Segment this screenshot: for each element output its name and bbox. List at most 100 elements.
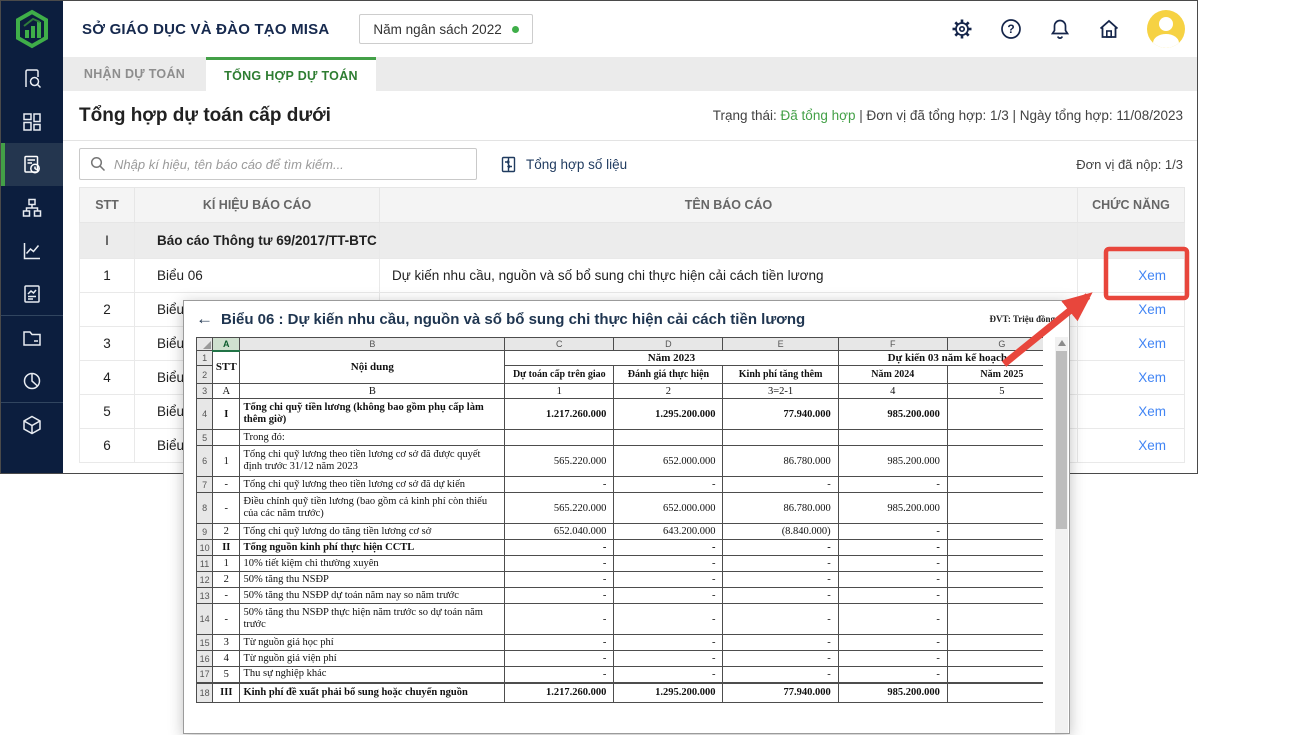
home-icon[interactable]	[1098, 18, 1120, 40]
sidebar-item-dashboard[interactable]	[1, 100, 63, 143]
sheet-row-number: 12	[196, 571, 214, 588]
sheet-name-cell: Tổng chi quỹ lương theo tiền lương cơ sở…	[239, 476, 506, 493]
submitted-units-label: Đơn vị đã nộp: 1/3	[1076, 156, 1183, 172]
summarize-ledger-icon	[501, 156, 516, 172]
index-cell: 2	[613, 383, 724, 399]
popup-scrollbar[interactable]	[1055, 337, 1068, 733]
sheet-value-cell: -	[946, 476, 1043, 493]
row-index: 5	[79, 394, 135, 429]
view-link[interactable]: Xem	[1138, 302, 1166, 317]
search-box[interactable]	[79, 148, 477, 180]
sheet-value-cell: 1.295.200.000	[613, 398, 724, 430]
sheet-value-cell: -	[837, 603, 948, 635]
view-link[interactable]: Xem	[1138, 370, 1166, 385]
section-index: I	[79, 222, 135, 259]
sheet-value-cell: -	[504, 476, 615, 493]
popup-title: Biểu 06 : Dự kiến nhu cầu, nguồn và số b…	[221, 310, 806, 328]
column-letter-C[interactable]: C	[504, 337, 615, 351]
sheet-value-cell: -	[837, 650, 948, 667]
sheet-value-cell: -	[722, 476, 839, 493]
tab-nhan-du-toan[interactable]: NHẬN DỰ TOÁN	[63, 57, 206, 91]
app-logo[interactable]	[1, 1, 63, 57]
index-cell: A	[212, 383, 241, 399]
sheet-stt-cell: I	[212, 398, 241, 430]
section-empty	[1077, 222, 1185, 259]
sheet-row: 12250% tăng thu NSĐP-----	[196, 571, 1043, 588]
sheet-value-cell: -	[946, 571, 1043, 588]
sidebar-item-clipboard-report[interactable]	[1, 272, 63, 315]
sheet-value-cell: -	[837, 571, 948, 588]
settings-gear-icon[interactable]	[951, 18, 973, 40]
sheet-value-cell: -	[504, 555, 615, 572]
action-cell: Xem	[1077, 360, 1185, 395]
sheet-name-cell: 50% tăng thu NSĐP thực hiện năm trước so…	[239, 603, 506, 635]
scrollbar-thumb[interactable]	[1056, 351, 1067, 529]
sidebar-item-line-chart[interactable]	[1, 229, 63, 272]
sheet-value-cell: -	[946, 398, 1043, 430]
notifications-bell-icon[interactable]	[1049, 18, 1071, 40]
sidebar-item-cube[interactable]	[1, 403, 63, 446]
sheet-stt-cell: -	[212, 603, 241, 635]
sheet-stt-cell: 5	[212, 666, 241, 683]
sheet-value-cell: -	[722, 666, 839, 683]
line-chart-icon	[23, 242, 40, 259]
back-arrow-icon[interactable]: ←	[196, 309, 213, 329]
header-stt[interactable]: STT	[212, 350, 241, 384]
index-cell: 1	[504, 383, 615, 399]
help-icon[interactable]: ?	[1000, 18, 1022, 40]
sheet-name-cell: 10% tiết kiệm chi thường xuyên	[239, 555, 506, 572]
action-cell: Xem	[1077, 292, 1185, 327]
column-letter-B[interactable]: B	[239, 337, 506, 351]
sheet-row: 7- Tổng chi quỹ lương theo tiền lương cơ …	[196, 476, 1043, 493]
budget-year-selector[interactable]: Năm ngân sách 2022	[359, 14, 533, 44]
header-danh-gia: Đánh giá thực hiện	[613, 365, 724, 384]
view-link[interactable]: Xem	[1138, 404, 1166, 419]
sheet-value-cell: -	[504, 603, 615, 635]
column-letters-row: ABCDEFG	[196, 337, 1043, 352]
sheet-name-cell: 50% tăng thu NSĐP dự toán năm nay so năm…	[239, 587, 506, 604]
column-letter-G[interactable]: G	[946, 337, 1043, 351]
sheet-row-number: 8	[196, 492, 214, 524]
summarize-data-button[interactable]: Tổng hợp số liệu	[499, 155, 627, 174]
sidebar-item-folder[interactable]	[1, 316, 63, 359]
sheet-row-number: 14	[196, 603, 214, 635]
sheet-value-cell: -	[722, 634, 839, 651]
column-letter-F[interactable]: F	[837, 337, 948, 351]
view-link[interactable]: Xem	[1138, 438, 1166, 453]
action-cell: Xem	[1077, 428, 1185, 463]
row-index: 3	[79, 326, 135, 361]
sheet-value-cell: 652.000.000	[613, 445, 724, 477]
sheet-value-cell: -	[722, 555, 839, 572]
sheet-value-cell: 86.780.000	[722, 445, 839, 477]
select-all-corner[interactable]	[196, 337, 214, 351]
spreadsheet-area: ABCDEFG 1 STT Nội dung Năm 2023 Dự kiến …	[196, 337, 1043, 733]
sidebar-item-pie-chart[interactable]	[1, 359, 63, 402]
user-avatar[interactable]	[1147, 10, 1185, 48]
sidebar-item-report-summary[interactable]	[1, 143, 63, 186]
sheet-stt-cell: 1	[212, 445, 241, 477]
sheet-value-cell: -	[837, 634, 948, 651]
search-input[interactable]	[114, 156, 466, 172]
report-code: Biểu 06	[134, 258, 380, 293]
sheet-row-number: 18	[196, 681, 214, 703]
sheet-value-cell: -	[504, 587, 615, 604]
column-letter-A[interactable]: A	[212, 337, 241, 352]
column-letter-D[interactable]: D	[613, 337, 724, 351]
view-link[interactable]: Xem	[1138, 336, 1166, 351]
row-index: 4	[79, 360, 135, 395]
report-summary-icon	[24, 155, 40, 173]
column-letter-E[interactable]: E	[722, 337, 839, 351]
scroll-up-arrow-icon[interactable]	[1058, 340, 1066, 346]
view-link[interactable]: Xem	[1138, 268, 1166, 283]
sheet-row: 8- Điều chỉnh quỹ tiền lương (bao gồm cả …	[196, 492, 1043, 524]
header-kinh-phi: Kinh phí tăng thêm	[722, 365, 839, 384]
sidebar-item-org-chart[interactable]	[1, 186, 63, 229]
sheet-value-cell: -	[722, 603, 839, 635]
header-du-kien: Dự kiến 03 năm kế hoạch	[837, 350, 1043, 366]
sidebar-item-document-search[interactable]	[1, 57, 63, 100]
sheet-row: 18 III Kinh phí đề xuất phải bổ sung hoặc …	[196, 681, 1043, 703]
tab-tong-hop-du-toan[interactable]: TỔNG HỢP DỰ TOÁN	[206, 57, 376, 91]
sheet-stt-cell: II	[212, 539, 241, 556]
year-status-dot	[511, 25, 519, 33]
sheet-row-number: 7	[196, 476, 214, 493]
